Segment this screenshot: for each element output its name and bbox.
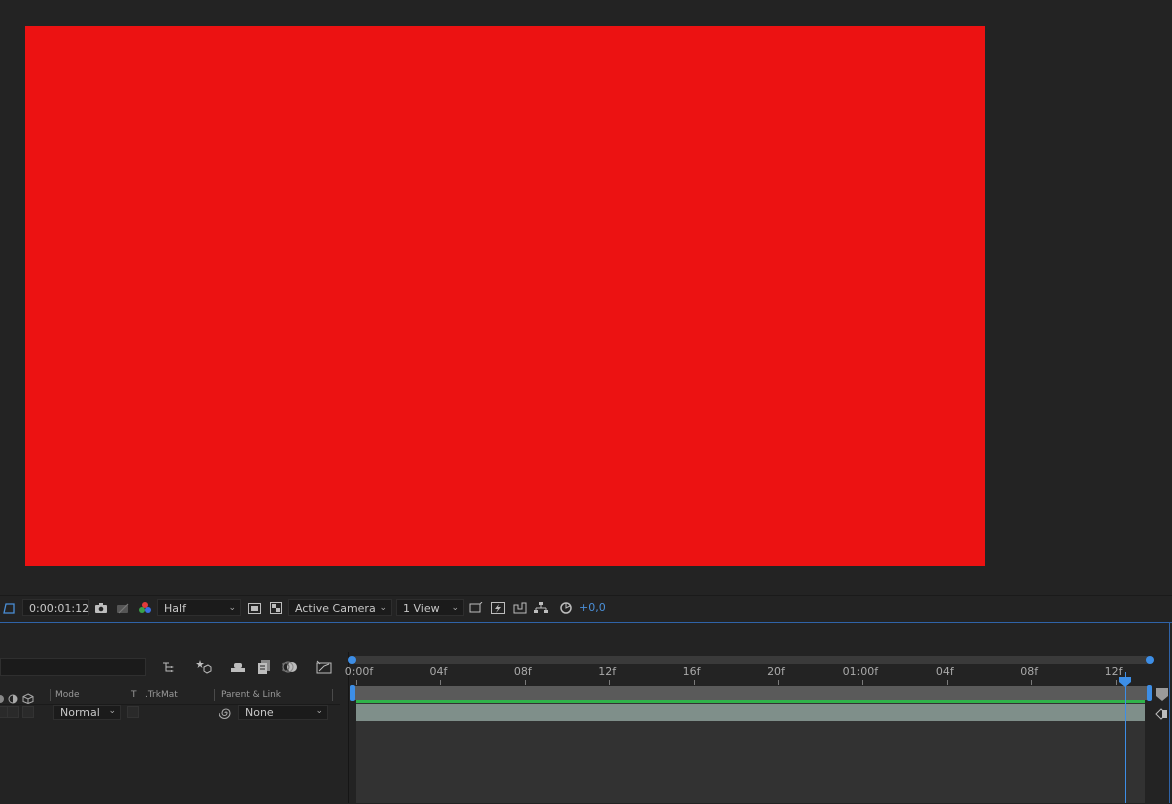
time-ruler-tick [609, 680, 611, 685]
time-ruler-tick [356, 680, 357, 685]
layer-search-input[interactable] [0, 658, 146, 676]
work-area-end-handle[interactable] [1147, 685, 1152, 701]
chevron-down-icon: ⌄ [228, 603, 236, 613]
time-ruler-label: 08f [513, 665, 532, 678]
show-snapshot-icon[interactable] [114, 599, 132, 617]
mode-column-header[interactable]: Mode [55, 688, 80, 702]
color-channels-icon[interactable] [136, 599, 154, 617]
flowchart-icon[interactable] [532, 599, 550, 617]
layer-duration-bar[interactable] [356, 704, 1145, 721]
view-layout-value: 1 View [403, 602, 440, 615]
resolution-dropdown[interactable]: Half ⌄ [157, 599, 241, 616]
frame-blending-icon[interactable] [254, 657, 274, 677]
time-ruler-tick [693, 680, 695, 685]
time-ruler-tick [1115, 680, 1117, 685]
time-ruler-tick [440, 680, 442, 685]
comp-marker-bin-icon[interactable] [1156, 687, 1168, 706]
view-layout-dropdown[interactable]: 1 View ⌄ [396, 599, 464, 616]
blend-mode-dropdown[interactable]: Normal ⌄ [53, 705, 121, 720]
trkmat-column-header[interactable]: .TrkMat [145, 688, 178, 702]
chevron-down-icon: ⌄ [108, 706, 116, 716]
timeline-sync-icon[interactable] [511, 599, 529, 617]
column-divider [214, 689, 215, 701]
chevron-down-icon: ⌄ [379, 603, 387, 613]
chevron-down-icon: ⌄ [315, 706, 323, 716]
current-time-indicator-line[interactable] [1125, 672, 1126, 803]
layer-row[interactable]: Normal ⌄ None ⌄ [0, 704, 340, 722]
time-ruler-tick [862, 680, 864, 685]
time-ruler-label: 01:00f [842, 665, 879, 678]
column-divider [50, 689, 51, 701]
parent-value: None [245, 706, 274, 719]
composition-canvas[interactable] [25, 26, 985, 566]
blend-mode-value: Normal [60, 706, 100, 719]
shy-layers-icon[interactable] [228, 657, 248, 677]
time-ruler-label: 16f [682, 665, 701, 678]
transparency-grid-icon[interactable] [267, 599, 285, 617]
time-ruler-tick [1031, 680, 1033, 685]
time-ruler-label: 12f [598, 665, 617, 678]
layer-end-icon[interactable] [1154, 706, 1168, 725]
viewer-toolbar: 0:00:01:12 Half ⌄ Active Camera ⌄ 1 View… [0, 595, 1172, 620]
composition-mini-flowchart-icon[interactable] [160, 657, 180, 677]
render-cache-bar [356, 700, 1145, 703]
time-ruler-tick [524, 680, 526, 685]
time-ruler-label: 04f [429, 665, 448, 678]
chevron-down-icon: ⌄ [451, 603, 459, 613]
time-ruler-label: 20f [767, 665, 785, 678]
layer-switch-box[interactable] [22, 706, 34, 718]
draft-3d-icon[interactable] [194, 657, 214, 677]
column-divider [332, 689, 333, 701]
exposure-reset-icon[interactable] [557, 599, 575, 617]
toggle-pixel-aspect-icon[interactable] [467, 599, 485, 617]
parent-link-column-header[interactable]: Parent & Link [221, 688, 281, 702]
timecode-field[interactable]: 0:00:01:12 [22, 599, 89, 616]
parent-dropdown[interactable]: None ⌄ [238, 705, 328, 720]
time-ruler-label: 08f [1020, 665, 1039, 678]
layer-column-headers: Mode T .TrkMat Parent & Link [0, 687, 340, 705]
current-time-indicator-head[interactable] [1119, 672, 1131, 687]
graph-editor-icon[interactable] [314, 657, 334, 677]
view-camera-value: Active Camera [295, 602, 376, 615]
view-camera-dropdown[interactable]: Active Camera ⌄ [288, 599, 392, 616]
parent-pickwhip-icon[interactable] [218, 705, 233, 724]
time-ruler-tick [946, 680, 948, 685]
composition-viewer[interactable] [0, 0, 1172, 594]
layer-switch-box[interactable] [7, 706, 19, 718]
t-column-header[interactable]: T [131, 688, 137, 702]
mask-path-icon[interactable] [0, 599, 18, 617]
time-ruler-tick [778, 680, 779, 685]
track-matte-box[interactable] [127, 706, 139, 718]
resolution-value: Half [164, 602, 186, 615]
camera-snapshot-icon[interactable] [92, 599, 110, 617]
fast-previews-icon[interactable] [489, 599, 507, 617]
region-of-interest-icon[interactable] [245, 599, 263, 617]
time-ruler-label: 04f [935, 665, 954, 678]
exposure-value[interactable]: +0,0 [579, 599, 606, 616]
work-area-start-handle[interactable] [350, 685, 355, 701]
motion-blur-icon[interactable] [280, 657, 300, 677]
panel-focus-border [1169, 622, 1170, 803]
work-area-bar[interactable] [352, 686, 1151, 700]
time-ruler-label: 0:00f [344, 665, 374, 678]
